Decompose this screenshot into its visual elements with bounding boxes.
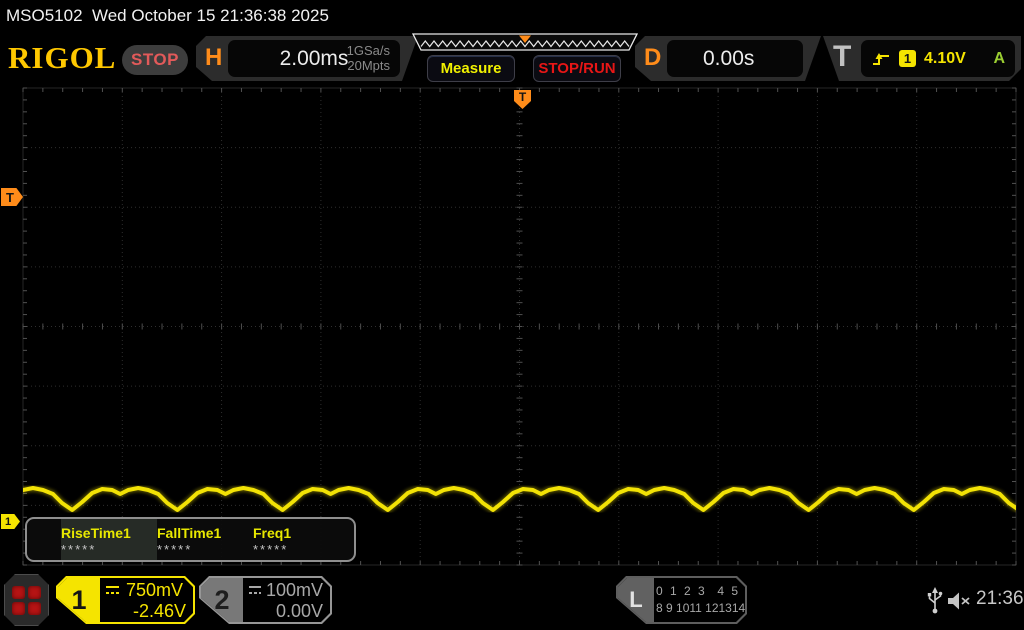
measurement-item[interactable]: RiseTime1 *****	[61, 519, 157, 560]
logic-row-0-7: 0 1 2 3 4 5 6 7	[656, 584, 769, 598]
channel2-number-tab: 2	[201, 578, 243, 622]
channel2-badge[interactable]: 2 100mV 0.00V	[199, 576, 332, 624]
trigger-position-marker-letter: T	[518, 90, 527, 104]
dc-coupling-icon	[247, 584, 261, 597]
measurement-item[interactable]: Freq1 *****	[253, 519, 349, 560]
measurement-name: FallTime1	[157, 525, 222, 541]
channel1-badge[interactable]: 1 750mV -2.46V	[56, 576, 195, 624]
measurement-value: *****	[61, 542, 97, 557]
channel2-scale: 100mV	[265, 580, 323, 600]
dc-coupling-icon	[104, 584, 121, 597]
logic-row-8-15: 8 9 1011 12131415	[656, 601, 759, 615]
main-menu-button[interactable]	[4, 574, 49, 626]
logic-channel-numbers: 0 1 2 3 4 5 6 7 8 9 1011 12131415	[656, 582, 742, 618]
channel1-offset: -2.46V	[132, 601, 186, 621]
measurement-name: Freq1	[253, 525, 292, 541]
channel1-scale: 750mV	[126, 580, 184, 600]
channel2-offset: 0.00V	[275, 601, 323, 621]
channel1-marker-number: 1	[5, 515, 12, 528]
speaker-mute-icon	[948, 592, 970, 610]
clock: 21:36	[976, 588, 1024, 609]
grid-menu-icon	[12, 586, 41, 615]
channel1-number-tab: 1	[58, 578, 100, 622]
measurement-value: *****	[157, 542, 193, 557]
logic-analyzer-badge[interactable]: L 0 1 2 3 4 5 6 7 8 9 1011 12131415	[616, 576, 747, 624]
trigger-level-marker-letter: T	[6, 189, 14, 205]
measurement-value: *****	[253, 542, 289, 557]
usb-icon	[927, 587, 943, 614]
measurement-results-panel: RiseTime1 ***** FallTime1 ***** Freq1 **…	[25, 517, 356, 562]
measurement-item[interactable]: FallTime1 *****	[157, 519, 253, 560]
measurement-name: RiseTime1	[61, 525, 131, 541]
logic-label-tab: L	[618, 578, 654, 622]
